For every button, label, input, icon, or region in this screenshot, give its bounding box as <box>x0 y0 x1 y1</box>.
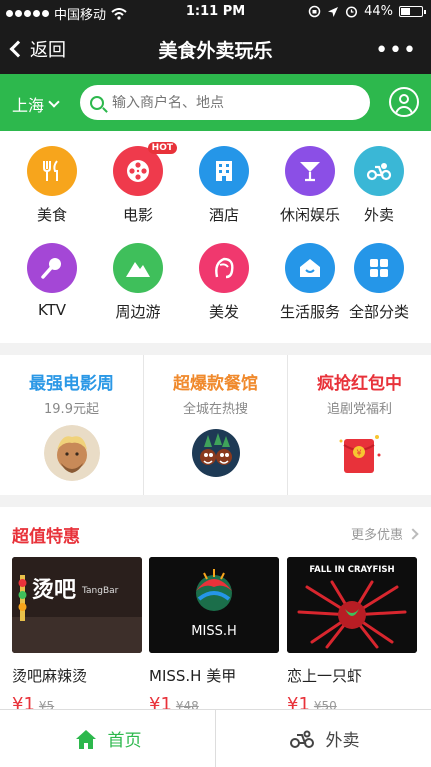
chevron-down-icon <box>48 96 60 108</box>
search-box[interactable] <box>80 85 370 120</box>
movie-star-portrait <box>43 425 100 481</box>
deal-card[interactable]: 烫吧 TangBar 烫吧麻辣烫 ¥1 ¥5 <box>12 557 142 715</box>
scooter-icon <box>289 730 314 748</box>
deals-title: 超值特惠 <box>12 527 80 547</box>
tab-delivery-label: 外卖 <box>325 731 360 751</box>
category-label: 外卖 <box>363 206 394 224</box>
grid-icon <box>354 243 404 293</box>
category-hair[interactable]: 美发 <box>181 243 267 322</box>
deal-card[interactable]: FALL IN CRAYFISH 恋上一只虾 ¥1 ¥50 <box>287 557 417 715</box>
category-delivery[interactable]: 外卖 <box>336 146 422 225</box>
hot-badge: HOT <box>147 142 177 154</box>
category-label: 美食 <box>36 206 67 224</box>
category-ktv[interactable]: KTV <box>9 243 95 319</box>
deal-image: MISS.H <box>149 557 279 653</box>
chevron-right-icon <box>407 527 419 540</box>
category-label: 周边游 <box>115 303 161 321</box>
tab-delivery[interactable]: 外卖 <box>216 710 431 767</box>
deal-image: 烫吧 TangBar <box>12 557 142 653</box>
tab-home-label: 首页 <box>107 731 142 751</box>
deal-image: FALL IN CRAYFISH <box>287 557 417 653</box>
more-deals-label: 更多优惠 <box>350 528 403 543</box>
alarm-icon <box>346 6 358 18</box>
deals-section: 超值特惠 更多优惠 烫吧 TangBar 烫吧麻辣烫 ¥1 ¥5 MISS.H … <box>0 507 431 715</box>
search-input[interactable] <box>112 94 342 111</box>
category-hotel[interactable]: 酒店 <box>181 146 267 225</box>
svg-text:TangBar: TangBar <box>81 586 119 596</box>
svg-text:¥: ¥ <box>356 449 361 458</box>
promo-subtitle: 19.9元起 <box>44 402 99 417</box>
category-label: 电影 <box>122 206 153 224</box>
deal-name: 烫吧麻辣烫 <box>12 667 88 685</box>
microphone-icon <box>27 243 77 293</box>
deal-name: 恋上一只虾 <box>287 667 363 685</box>
category-label: 酒店 <box>208 206 239 224</box>
status-right: 44% <box>308 4 426 19</box>
city-selector[interactable]: 上海 <box>12 92 60 116</box>
film-reel-icon: HOT <box>113 142 177 196</box>
location-arrow-icon <box>328 6 339 17</box>
page-title: 美食外卖玩乐 <box>158 40 273 62</box>
scooter-icon <box>354 146 404 196</box>
category-label: 美发 <box>208 303 239 321</box>
promo-title: 最强电影周 <box>29 374 114 394</box>
deal-card[interactable]: MISS.H MISS.H 美甲 ¥1 ¥48 <box>149 557 279 715</box>
deals-header: 超值特惠 更多优惠 <box>0 507 431 557</box>
user-avatar-icon <box>399 94 409 104</box>
promo-subtitle: 全城在热搜 <box>182 402 248 417</box>
battery-icon <box>399 6 426 17</box>
top-bar: 中国移动 1:11 PM 44% 返回 美食外卖玩乐 ••• <box>0 0 431 74</box>
city-label: 上海 <box>12 96 45 115</box>
search-bar: 上海 <box>0 74 431 131</box>
battery-percent: 44% <box>364 4 393 19</box>
promo-hot-restaurants[interactable]: 超爆款餐馆 全城在热搜 <box>144 355 288 495</box>
category-label: KTV <box>37 301 67 319</box>
home-service-icon <box>285 243 335 293</box>
navigation-bar: 返回 美食外卖玩乐 ••• <box>0 24 431 74</box>
promo-red-packet[interactable]: 疯抢红包中 追剧党福利 ¥ <box>288 355 431 495</box>
red-envelope-icon: ¥ <box>339 435 380 473</box>
deal-name: MISS.H 美甲 <box>149 667 237 685</box>
promo-title: 疯抢红包中 <box>317 374 402 394</box>
user-profile-button[interactable] <box>389 87 419 117</box>
mountain-icon <box>113 243 163 293</box>
promo-subtitle: 追剧党福利 <box>326 402 392 417</box>
search-icon <box>90 95 104 110</box>
deal-image-text: MISS.H <box>191 624 236 639</box>
orientation-lock-icon <box>308 5 321 18</box>
category-food[interactable]: 美食 <box>9 146 95 225</box>
promo-strip: 最强电影周 19.9元起 超爆款餐馆 全城在热搜 疯抢红包中 追剧党福利 ¥ <box>0 355 431 495</box>
restaurant-mascot-image <box>191 429 240 477</box>
more-deals-link[interactable]: 更多优惠 <box>350 524 419 543</box>
deal-image-text: 烫吧 <box>32 578 76 603</box>
deal-image-text: FALL IN CRAYFISH <box>309 565 394 575</box>
category-movie[interactable]: HOT 电影 <box>95 142 181 225</box>
tab-home[interactable]: 首页 <box>0 710 216 767</box>
status-bar: 中国移动 1:11 PM 44% <box>0 0 431 24</box>
hair-icon <box>199 243 249 293</box>
battery-fill <box>401 8 410 15</box>
bottom-tab-bar: 首页 外卖 <box>0 709 431 767</box>
category-label: 全部分类 <box>348 303 409 321</box>
building-icon <box>199 146 249 196</box>
more-menu-button[interactable]: ••• <box>375 38 417 63</box>
category-all[interactable]: 全部分类 <box>336 243 422 322</box>
fork-knife-icon <box>27 146 77 196</box>
promo-movie-week[interactable]: 最强电影周 19.9元起 <box>0 355 144 495</box>
cocktail-icon <box>285 146 335 196</box>
category-grid: 美食 HOT 电影 酒店 休闲娱乐 外卖 KTV 周边游 美发 生活服务 全部分… <box>0 131 431 343</box>
category-trips[interactable]: 周边游 <box>95 243 181 322</box>
home-icon <box>75 729 96 749</box>
promo-title: 超爆款餐馆 <box>173 374 258 394</box>
